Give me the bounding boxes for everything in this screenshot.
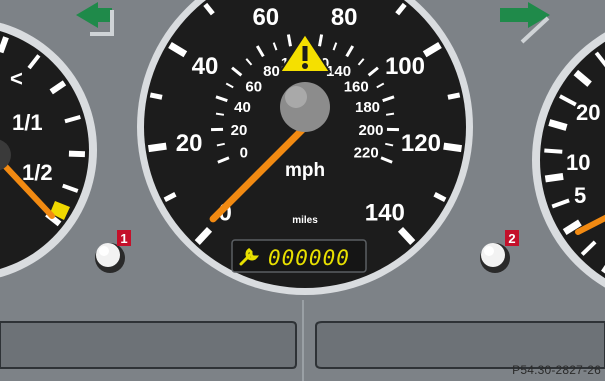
kmh-label: 60 bbox=[245, 78, 262, 95]
kmh-label: 20 bbox=[231, 122, 248, 139]
mph-label: 60 bbox=[252, 4, 279, 31]
kmh-label: 80 bbox=[263, 63, 280, 80]
mph-tick bbox=[447, 92, 461, 100]
callout-2: 2 bbox=[505, 230, 519, 246]
mph-label: 20 bbox=[176, 130, 203, 157]
kmh-tick bbox=[318, 34, 324, 47]
right-cluster-button[interactable] bbox=[480, 243, 510, 273]
kmh-label: 180 bbox=[355, 99, 380, 116]
tach-tick bbox=[544, 172, 564, 183]
figure-reference: P54.30-2827-26 bbox=[512, 363, 601, 377]
odometer-display: 000000 bbox=[231, 239, 367, 273]
fuel-tick bbox=[68, 150, 86, 158]
mph-tick bbox=[149, 92, 163, 100]
mph-label: 80 bbox=[331, 4, 358, 31]
kmh-tick bbox=[385, 112, 395, 116]
kmh-tick bbox=[286, 34, 292, 47]
speed-unit-label: mph bbox=[285, 160, 325, 181]
mph-label: 40 bbox=[192, 53, 219, 80]
kmh-tick bbox=[215, 112, 225, 116]
svg-text:1: 1 bbox=[120, 231, 127, 246]
tach-label-10: 10 bbox=[566, 150, 590, 175]
needle-hub-highlight bbox=[285, 86, 307, 108]
kmh-label: 160 bbox=[344, 78, 369, 95]
fuel-label-half: 1/2 bbox=[22, 160, 53, 185]
callout-1: 1 bbox=[117, 230, 131, 246]
odometer-unit-label: miles bbox=[292, 215, 318, 226]
instrument-cluster: < 1/1 1/2 20 10 5 0204060 80100120140 020… bbox=[0, 0, 605, 381]
mph-tick bbox=[148, 142, 167, 153]
mph-label: 100 bbox=[385, 53, 425, 80]
needle-hub bbox=[280, 82, 330, 132]
kmh-label: 220 bbox=[354, 145, 379, 162]
mph-label: 120 bbox=[401, 130, 441, 157]
tach-label-20: 20 bbox=[576, 100, 600, 125]
tach-tick bbox=[544, 148, 563, 154]
kmh-label: 40 bbox=[234, 99, 251, 116]
tach-label-5: 5 bbox=[574, 183, 586, 208]
mph-label: 140 bbox=[365, 200, 405, 227]
right-display-window bbox=[315, 321, 605, 369]
panel-divider bbox=[302, 300, 304, 381]
tach-tick bbox=[548, 119, 568, 131]
svg-text:2: 2 bbox=[508, 231, 515, 246]
kmh-label: 200 bbox=[358, 122, 383, 139]
fuel-partial-label: < bbox=[10, 66, 23, 91]
left-display-window bbox=[0, 321, 297, 369]
mph-tick bbox=[443, 142, 462, 153]
odometer-value: 000000 bbox=[268, 246, 350, 270]
kmh-label: 0 bbox=[240, 145, 248, 162]
left-cluster-button[interactable] bbox=[95, 243, 125, 273]
fuel-label-full: 1/1 bbox=[12, 110, 43, 135]
